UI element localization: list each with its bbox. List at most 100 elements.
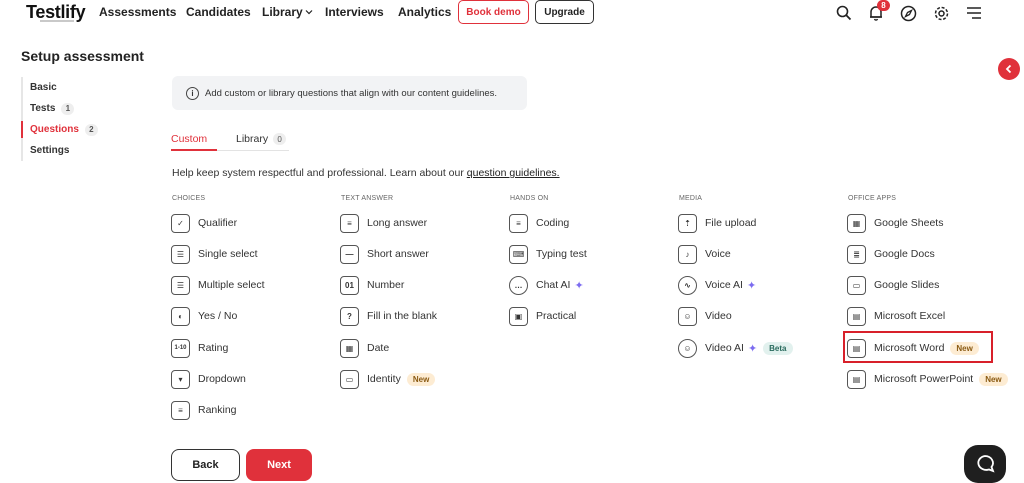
column-title-office-apps: OFFICE APPS bbox=[848, 195, 897, 202]
question-type-label: Short answer bbox=[367, 248, 429, 260]
question-type-video-ai[interactable]: ☺ Video AI ✦ Beta bbox=[678, 337, 793, 359]
question-type-label: Google Docs bbox=[874, 248, 935, 260]
spreadsheet-icon: ▦ bbox=[847, 213, 866, 233]
back-button[interactable]: Back bbox=[171, 449, 240, 481]
question-type-long-answer[interactable]: ≡ Long answer bbox=[340, 212, 427, 234]
question-type-google-docs[interactable]: ≣ Google Docs bbox=[847, 243, 935, 265]
question-type-coding[interactable]: ≡ Coding bbox=[509, 212, 569, 234]
upgrade-button[interactable]: Upgrade bbox=[535, 0, 594, 24]
question-type-google-slides[interactable]: ▭ Google Slides bbox=[847, 274, 939, 296]
half-circle-icon: ◐ bbox=[171, 306, 190, 326]
active-tab-indicator bbox=[171, 149, 217, 151]
nav-library[interactable]: Library bbox=[262, 5, 313, 19]
nav-analytics[interactable]: Analytics bbox=[398, 5, 451, 19]
compass-icon[interactable] bbox=[898, 3, 918, 23]
help-text: Help keep system respectful and professi… bbox=[172, 167, 560, 179]
question-type-number[interactable]: 01 Number bbox=[340, 274, 404, 296]
new-badge: New bbox=[979, 372, 1008, 386]
question-type-yes-no[interactable]: ◐ Yes / No bbox=[171, 305, 237, 327]
question-type-label: Qualifier bbox=[198, 217, 238, 229]
question-type-dropdown[interactable]: ▾ Dropdown bbox=[171, 368, 246, 390]
question-type-file-upload[interactable]: ⇡ File upload bbox=[678, 212, 756, 234]
question-type-qualifier[interactable]: ✓ Qualifier bbox=[171, 212, 237, 234]
question-type-ranking[interactable]: ≡ Ranking bbox=[171, 399, 237, 421]
nav-library-label: Library bbox=[262, 5, 303, 19]
microphone-icon: ♪ bbox=[678, 244, 697, 264]
calendar-icon: ▦ bbox=[340, 338, 359, 358]
chat-icon: … bbox=[509, 275, 528, 295]
clipboard-check-icon: ✓ bbox=[171, 213, 190, 233]
tab-library[interactable]: Library 0 bbox=[236, 131, 287, 147]
step-count: 2 bbox=[84, 123, 98, 136]
question-type-date[interactable]: ▦ Date bbox=[340, 337, 389, 359]
tab-custom[interactable]: Custom bbox=[171, 131, 207, 147]
question-type-label: Long answer bbox=[367, 217, 428, 229]
question-type-identity[interactable]: ▭ Identity New bbox=[340, 368, 436, 390]
question-type-microsoft-powerpoint[interactable]: ▤ Microsoft PowerPoint New bbox=[847, 368, 1008, 390]
question-type-chat-ai[interactable]: … Chat AI ✦ bbox=[509, 274, 584, 296]
question-type-microsoft-excel[interactable]: ▤ Microsoft Excel bbox=[847, 305, 945, 327]
question-type-label: Chat AI bbox=[536, 279, 571, 291]
powerpoint-icon: ▤ bbox=[847, 369, 866, 389]
menu-icon[interactable] bbox=[964, 3, 984, 23]
nav-interviews[interactable]: Interviews bbox=[325, 5, 384, 19]
search-icon[interactable] bbox=[834, 3, 854, 23]
question-type-label: Coding bbox=[536, 217, 570, 229]
question-type-voice[interactable]: ♪ Voice bbox=[678, 243, 731, 265]
selection-highlight-box bbox=[843, 331, 993, 363]
slides-icon: ▭ bbox=[847, 275, 866, 295]
next-button[interactable]: Next bbox=[246, 449, 312, 481]
question-type-video[interactable]: ☺ Video bbox=[678, 305, 732, 327]
question-type-label: Multiple select bbox=[198, 279, 265, 291]
nav-candidates[interactable]: Candidates bbox=[186, 5, 251, 19]
question-type-label: Voice AI bbox=[705, 279, 743, 291]
question-type-label: File upload bbox=[705, 217, 757, 229]
step-count: 1 bbox=[61, 102, 75, 115]
question-type-label: Voice bbox=[705, 248, 731, 260]
question-type-label: Google Sheets bbox=[874, 217, 944, 229]
list-icon: ☰ bbox=[171, 244, 190, 264]
info-banner: i Add custom or library questions that a… bbox=[172, 76, 527, 110]
rating-scale-icon: 1-10 bbox=[171, 338, 190, 358]
gear-icon[interactable] bbox=[931, 3, 951, 23]
id-card-icon: ▭ bbox=[340, 369, 359, 389]
tab-library-label: Library bbox=[236, 133, 269, 145]
collapse-panel-chevron-left-icon[interactable] bbox=[998, 58, 1020, 80]
voice-wave-icon: ∿ bbox=[678, 275, 697, 295]
step-settings[interactable]: Settings bbox=[23, 140, 131, 161]
question-type-single-select[interactable]: ☰ Single select bbox=[171, 243, 258, 265]
question-type-practical[interactable]: ▣ Practical bbox=[509, 305, 576, 327]
step-basic[interactable]: Basic bbox=[23, 77, 131, 98]
step-questions[interactable]: Questions 2 bbox=[21, 119, 131, 140]
sparkle-icon: ✦ bbox=[746, 279, 757, 292]
question-type-typing-test[interactable]: ⌨ Typing test bbox=[509, 243, 587, 265]
page-title: Setup assessment bbox=[21, 48, 144, 64]
book-demo-button[interactable]: Book demo bbox=[458, 0, 529, 24]
step-label: Settings bbox=[30, 145, 70, 156]
step-tests[interactable]: Tests 1 bbox=[23, 98, 131, 119]
tab-count: 0 bbox=[273, 133, 287, 145]
question-type-label: Dropdown bbox=[198, 373, 246, 385]
nav-assessments[interactable]: Assessments bbox=[99, 5, 176, 19]
question-type-label: Google Slides bbox=[874, 279, 940, 291]
question-type-google-sheets[interactable]: ▦ Google Sheets bbox=[847, 212, 943, 234]
question-type-rating[interactable]: 1-10 Rating bbox=[171, 337, 228, 359]
question-type-voice-ai[interactable]: ∿ Voice AI ✦ bbox=[678, 274, 756, 296]
question-type-label: Single select bbox=[198, 248, 258, 260]
question-type-multiple-select[interactable]: ☰ Multiple select bbox=[171, 274, 265, 296]
question-type-label: Yes / No bbox=[198, 310, 238, 322]
step-label: Tests bbox=[30, 103, 56, 114]
question-type-label: Ranking bbox=[198, 404, 237, 416]
notification-badge: 8 bbox=[877, 0, 890, 11]
support-chat-icon[interactable] bbox=[964, 445, 1006, 483]
question-type-label: Number bbox=[367, 279, 405, 291]
long-text-icon: ≡ bbox=[340, 213, 359, 233]
question-type-fill-in-the-blank[interactable]: ? Fill in the blank bbox=[340, 305, 437, 327]
dropdown-icon: ▾ bbox=[171, 369, 190, 389]
logo-underline bbox=[40, 20, 74, 22]
question-guidelines-link[interactable]: question guidelines. bbox=[467, 167, 560, 179]
question-type-label: Microsoft PowerPoint bbox=[874, 373, 974, 385]
question-tabs: Custom Library 0 bbox=[171, 127, 289, 151]
question-type-short-answer[interactable]: — Short answer bbox=[340, 243, 429, 265]
person-circle-icon: ☺ bbox=[678, 338, 697, 358]
